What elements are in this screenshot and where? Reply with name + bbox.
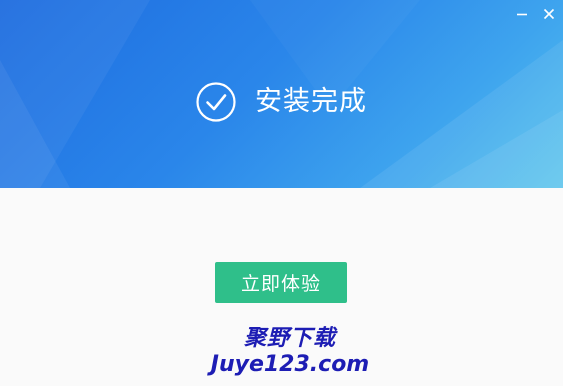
close-icon <box>543 8 555 20</box>
launch-button[interactable]: 立即体验 <box>215 262 347 303</box>
watermark-line1: 聚野下载 <box>243 326 336 351</box>
watermark: 聚野下载 Juye123.com <box>195 326 385 378</box>
status-text: 安装完成 <box>255 86 367 117</box>
close-button[interactable] <box>539 4 559 24</box>
watermark-line2: Juye123.com <box>210 352 370 377</box>
minimize-button[interactable] <box>512 4 532 24</box>
check-circle-icon <box>196 82 236 122</box>
header-banner: 安装完成 <box>0 0 563 188</box>
minimize-icon <box>517 13 527 16</box>
install-status: 安装完成 <box>0 82 563 122</box>
installer-window: 安装完成 立即体验 聚野下载 Juye123.com <box>0 0 563 386</box>
